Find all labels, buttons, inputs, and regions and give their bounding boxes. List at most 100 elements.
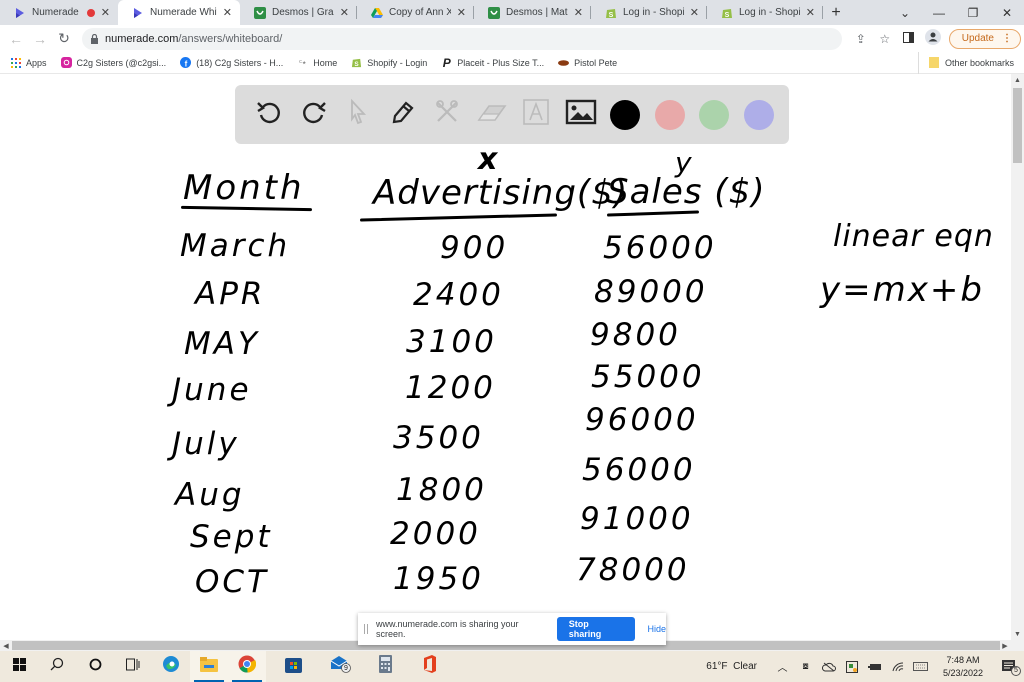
color-blue-swatch[interactable]: [737, 93, 782, 137]
tab-desmos-matrix[interactable]: Desmos | Matrix ✕: [474, 0, 591, 25]
close-tab-icon[interactable]: ✕: [101, 6, 110, 19]
update-button[interactable]: Update ⋮: [948, 28, 1021, 49]
scroll-down-icon[interactable]: ▼: [1011, 628, 1024, 640]
folder-icon: [928, 56, 939, 70]
redo-icon: [300, 98, 328, 131]
show-hidden-icons-button[interactable]: ︿: [771, 659, 794, 674]
tab-numerade[interactable]: Numerade ✕: [0, 0, 118, 25]
address-bar[interactable]: numerade.com/answers/whiteboard/: [82, 28, 842, 50]
placeit-icon: P: [442, 55, 451, 70]
scroll-left-icon[interactable]: ◀: [0, 640, 12, 651]
close-tab-icon[interactable]: ✕: [457, 6, 466, 19]
undo-button[interactable]: [247, 93, 292, 137]
pen-tool-button[interactable]: [381, 93, 426, 137]
minimize-button[interactable]: —: [922, 0, 956, 25]
windows-taskbar: 9 61°F Clear ︿ ⧇ 7:48 AM 5/23/2022 5: [0, 651, 1024, 682]
text-tool-button[interactable]: [514, 93, 559, 137]
undo-icon: [255, 98, 283, 131]
drag-handle-icon[interactable]: [364, 624, 368, 634]
stop-sharing-button[interactable]: Stop sharing: [556, 617, 636, 641]
tab-numerade-whiteboard[interactable]: Numerade White ✕: [118, 0, 240, 25]
scroll-thumb[interactable]: [1013, 88, 1022, 163]
reload-button[interactable]: ↻: [52, 27, 76, 51]
close-tab-icon[interactable]: ✕: [574, 6, 583, 19]
side-panel-button[interactable]: [897, 27, 921, 51]
color-red-swatch[interactable]: [648, 93, 693, 137]
wifi-icon[interactable]: [886, 661, 909, 672]
instagram-icon: [60, 57, 72, 68]
bookmark-pistol-pete[interactable]: Pistol Pete: [558, 57, 617, 68]
keyboard-icon[interactable]: [909, 662, 932, 671]
more-menu-icon: ⋮: [1002, 33, 1012, 44]
edge-browser-icon: [162, 655, 180, 678]
weather-widget[interactable]: 61°F Clear: [706, 661, 757, 672]
close-tab-icon[interactable]: ✕: [690, 6, 699, 19]
restore-button[interactable]: ❐: [956, 0, 990, 25]
close-tab-icon[interactable]: ✕: [223, 6, 232, 19]
taskbar-mail[interactable]: 9: [322, 651, 360, 682]
cell-sales: 9800: [590, 317, 681, 353]
scroll-right-icon[interactable]: ▶: [999, 640, 1011, 651]
meet-now-icon[interactable]: ⧇: [794, 661, 817, 672]
app-tray-icon[interactable]: [840, 660, 863, 673]
start-button[interactable]: [0, 651, 38, 682]
clock[interactable]: 7:48 AM 5/23/2022: [932, 654, 994, 680]
taskbar-office[interactable]: [410, 651, 448, 682]
cell-advertising: 900: [440, 230, 509, 266]
bookmark-star-button[interactable]: ☆: [873, 27, 897, 51]
taskbar-edge[interactable]: [152, 651, 190, 682]
notification-center-button[interactable]: 5: [994, 659, 1024, 676]
share-page-button[interactable]: ⇪: [849, 27, 873, 51]
cell-month: MAY: [184, 326, 260, 362]
color-black-swatch[interactable]: [603, 93, 648, 137]
taskbar-chrome[interactable]: [228, 651, 266, 682]
bookmark-shopify-login[interactable]: S Shopify - Login: [351, 57, 427, 68]
forward-button[interactable]: →: [28, 27, 52, 51]
other-bookmarks[interactable]: Other bookmarks: [917, 52, 1014, 74]
bookmark-c2g-instagram[interactable]: C2g Sisters (@c2gsi...: [60, 57, 166, 68]
numerade-icon: [14, 7, 26, 19]
tab-google-drive-copy[interactable]: Copy of Ann Xav ✕: [357, 0, 474, 25]
taskbar-search-button[interactable]: [38, 651, 76, 682]
battery-icon[interactable]: [863, 663, 886, 671]
tools-button[interactable]: [425, 93, 470, 137]
redo-button[interactable]: [292, 93, 337, 137]
tools-crossed-icon: [433, 98, 461, 131]
tab-search-button[interactable]: ⌄: [888, 0, 922, 25]
side-panel-icon: [903, 31, 915, 46]
new-tab-button[interactable]: +: [823, 0, 849, 25]
onedrive-offline-icon[interactable]: [817, 662, 840, 672]
whiteboard-toolbar: [235, 85, 789, 144]
taskbar-store[interactable]: [274, 651, 312, 682]
close-tab-icon[interactable]: ✕: [806, 6, 815, 19]
bookmark-apps[interactable]: Apps: [10, 57, 47, 68]
bookmark-home[interactable]: ᶜ٭ Home: [297, 57, 337, 68]
profile-button[interactable]: [921, 27, 945, 51]
whiteboard-canvas[interactable]: Month x Advertising($) y Sales ($) March…: [0, 74, 1011, 640]
taskbar-file-explorer[interactable]: [190, 651, 228, 682]
task-view-button[interactable]: [114, 651, 152, 682]
bookmark-placeit[interactable]: P Placeit - Plus Size T...: [441, 55, 544, 70]
folder-icon: [200, 656, 218, 677]
select-tool-button[interactable]: [336, 93, 381, 137]
cell-advertising: 1950: [393, 561, 484, 597]
bookmark-c2g-facebook[interactable]: f (18) C2g Sisters - H...: [180, 57, 283, 68]
close-tab-icon[interactable]: ✕: [340, 6, 349, 19]
cortana-button[interactable]: [76, 651, 114, 682]
close-window-button[interactable]: ✕: [990, 0, 1024, 25]
weather-moon-icon: [685, 658, 699, 675]
back-button[interactable]: ←: [4, 27, 28, 51]
hide-share-bar-link[interactable]: Hide: [647, 624, 666, 634]
desmos-icon: [488, 6, 500, 19]
scroll-up-icon[interactable]: ▲: [1011, 74, 1024, 86]
insert-image-button[interactable]: [559, 93, 604, 137]
taskbar-calculator[interactable]: [366, 651, 404, 682]
cell-advertising: 2400: [413, 277, 504, 313]
tab-shopify-login-1[interactable]: S Log in - Shopify ✕: [591, 0, 707, 25]
eraser-tool-button[interactable]: [470, 93, 515, 137]
tab-shopify-login-2[interactable]: S Log in - Shopify ✕: [707, 0, 823, 25]
vertical-scrollbar[interactable]: ▲ ▼: [1011, 74, 1024, 640]
cell-month: March: [180, 228, 291, 264]
color-green-swatch[interactable]: [692, 93, 737, 137]
tab-desmos-graphing[interactable]: Desmos | Graphi ✕: [240, 0, 357, 25]
